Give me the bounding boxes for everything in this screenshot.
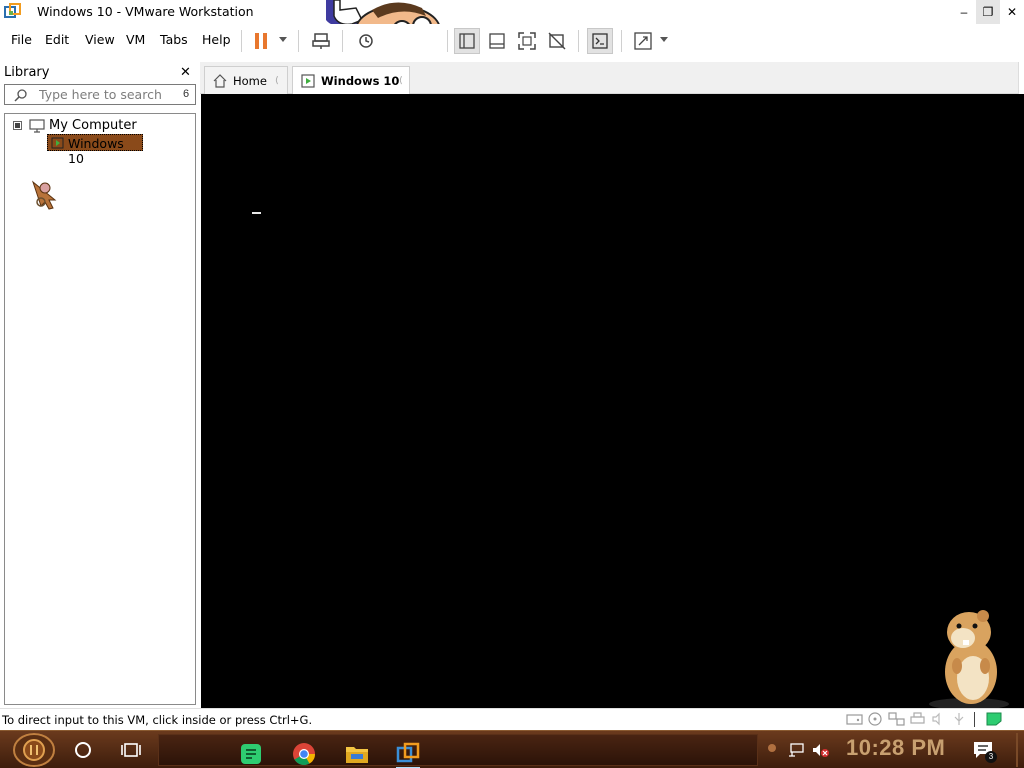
stretch-guest-button[interactable] [630,28,656,54]
cd-dvd-icon[interactable] [867,712,884,726]
menu-tabs[interactable]: Tabs [160,32,188,47]
sticky-notes-app-icon [241,744,261,764]
menu-help[interactable]: Help [202,32,231,47]
vm-console-display[interactable] [201,94,1024,710]
computer-icon [29,119,45,133]
toolbar-separator [298,30,299,52]
close-button[interactable]: ✕ [1000,0,1024,24]
vm-icon [301,74,315,88]
sticky-notes-taskbar-button[interactable] [236,739,266,768]
tree-item-windows-10[interactable]: Windows 10 [47,134,143,166]
library-header: Library ✕ [0,62,198,82]
file-explorer-taskbar-button[interactable] [342,739,372,768]
cortana-circle-icon [75,742,91,758]
show-desktop-button[interactable] [1016,733,1018,767]
pause-dropdown-arrow[interactable] [279,37,287,42]
console-view-icon [592,33,608,49]
hard-disk-icon[interactable] [846,712,863,726]
status-bar: To direct input to this VM, click inside… [0,708,1024,730]
tree-item-label: Windows 10 [68,136,124,166]
title-bar: Windows 10 - VMware Workstation – ❐ ✕ [0,0,1024,24]
tab-label: Home [233,74,267,88]
library-tree: My Computer Windows 10 [4,113,196,705]
pause-icon [255,33,267,49]
window-title: Windows 10 - VMware Workstation [37,4,254,19]
menu-toolbar-bar: File Edit View VM Tabs Help [0,24,1024,56]
library-close-button[interactable]: ✕ [180,64,191,80]
text-cursor [252,212,261,214]
tab-close-icon[interactable]: ⟨ [275,75,279,86]
stretch-dropdown-arrow[interactable] [660,37,668,42]
thumbnail-bar-icon [489,33,505,49]
snapshot-button[interactable] [352,28,378,54]
toolbar-separator [447,30,448,52]
send-ctrl-alt-del-button[interactable] [308,28,334,54]
tab-strip: Home ⟨ Windows 10 ⟨ [200,62,1024,94]
stretch-guest-icon [634,32,652,50]
snapshot-icon [359,34,373,48]
notification-count-badge: 3 [985,751,997,763]
tab-label: Windows 10 [321,74,400,88]
toolbar-separator [342,30,343,52]
animated-cursor-icon [31,180,57,210]
tab-close-icon[interactable]: ⟨ [399,75,403,86]
home-icon [213,74,227,88]
task-view-icon [121,743,141,757]
full-screen-button[interactable] [514,28,540,54]
unity-icon [548,32,566,50]
menu-file[interactable]: File [11,32,32,47]
tab-windows-10[interactable]: Windows 10 ⟨ [292,66,410,94]
taskbar-apps-area [158,734,758,768]
menu-edit[interactable]: Edit [45,32,69,47]
vmware-app-icon [4,3,21,18]
menu-vm[interactable]: VM [126,32,145,47]
taskbar: 10:28 PM 3 [0,730,1024,768]
full-screen-icon [518,32,536,50]
device-icons [846,712,968,726]
library-search-box[interactable]: 6 [4,84,196,105]
unity-button[interactable] [544,28,570,54]
task-view-button[interactable] [118,737,144,763]
tray-hidden-icons-button[interactable] [768,744,776,752]
library-title: Library [4,65,50,80]
chrome-taskbar-button[interactable] [289,739,319,768]
status-message: To direct input to this VM, click inside… [2,713,313,727]
chrome-app-icon [293,743,315,765]
send-ctrl-alt-del-icon [312,33,330,49]
tree-collapse-toggle[interactable] [13,121,22,130]
message-log-icon[interactable] [986,712,1002,726]
start-button[interactable] [12,733,56,767]
library-search-input[interactable] [39,85,179,104]
hamster-mascot [929,610,1009,710]
vmware-taskbar-button[interactable] [393,739,423,768]
menu-view[interactable]: View [85,32,115,47]
pause-button[interactable] [248,28,274,54]
show-library-icon [459,33,475,49]
volume-muted-icon[interactable] [812,742,830,758]
printer-icon[interactable] [909,712,926,726]
console-view-button[interactable] [587,28,613,54]
file-explorer-app-icon [346,747,368,763]
search-trailing-char: 6 [183,88,190,100]
vm-icon [51,137,64,149]
thumbnail-bar-button[interactable] [484,28,510,54]
toolbar-separator [621,30,622,52]
cortana-button[interactable] [70,737,96,763]
tree-item-my-computer[interactable]: My Computer [49,118,137,133]
search-icon [14,89,27,102]
show-library-button[interactable] [454,28,480,54]
status-separator [974,712,975,727]
tab-home[interactable]: Home ⟨ [204,66,288,94]
network-icon[interactable] [788,742,804,758]
restore-button[interactable]: ❐ [976,0,1000,24]
toolbar-separator [578,30,579,52]
minimize-button[interactable]: – [952,0,976,24]
vmware-app-icon [396,742,420,763]
usb-device-icon[interactable] [951,712,968,726]
toolbar-separator [241,30,242,52]
taskbar-clock[interactable]: 10:28 PM [846,735,945,761]
network-adapter-icon[interactable] [888,712,905,726]
tab-strip-edge [1018,62,1024,94]
sound-card-icon[interactable] [930,712,947,726]
